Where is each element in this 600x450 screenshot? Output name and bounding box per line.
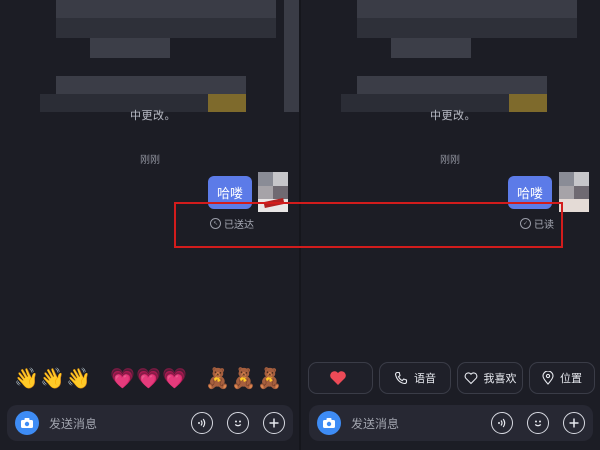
pixelated-message xyxy=(208,94,246,112)
pill-label: 位置 xyxy=(560,372,582,385)
message-input[interactable]: 发送消息 xyxy=(351,415,491,432)
voice-wave-icon xyxy=(198,418,206,428)
plus-icon xyxy=(269,418,279,428)
message-input-bar[interactable]: 发送消息 xyxy=(7,405,293,441)
pixelated-message xyxy=(357,76,547,94)
pixelated-message xyxy=(341,94,511,112)
status-label: 已送达 xyxy=(224,220,254,231)
message-input[interactable]: 发送消息 xyxy=(49,415,191,432)
camera-button[interactable] xyxy=(317,411,341,435)
add-button[interactable] xyxy=(563,412,585,434)
message-timestamp: 刚刚 xyxy=(140,155,160,166)
pill-voice[interactable]: 语音 xyxy=(379,362,451,394)
voice-button[interactable] xyxy=(491,412,513,434)
wave-emoji[interactable]: 👋 xyxy=(14,366,39,390)
pixelated-message xyxy=(357,18,577,38)
sent-status-icon: ↖ xyxy=(210,218,221,229)
wave-emoji[interactable]: 👋 xyxy=(40,366,65,390)
outgoing-message-bubble[interactable]: 哈喽 xyxy=(508,176,552,209)
wave-emoji[interactable]: 👋 xyxy=(66,366,91,390)
heart-outline-icon xyxy=(464,372,477,385)
pixelated-message xyxy=(56,76,246,94)
pill-like[interactable]: 我喜欢 xyxy=(457,362,523,394)
location-pin-icon xyxy=(542,371,554,385)
message-text-fragment: 中更改。 xyxy=(130,109,176,122)
pixelated-message xyxy=(284,0,299,112)
pixelated-message xyxy=(40,94,210,112)
pill-location[interactable]: 位置 xyxy=(529,362,595,394)
camera-button[interactable] xyxy=(15,411,39,435)
pill-label: 语音 xyxy=(414,372,436,385)
emoji-suggestion-hearts[interactable]: 💗 💗 💗 xyxy=(110,366,187,390)
avatar[interactable] xyxy=(258,172,288,212)
message-status: ✓ 已读 xyxy=(520,216,554,231)
outgoing-message-bubble[interactable]: 哈喽 xyxy=(208,176,252,209)
plus-icon xyxy=(569,418,579,428)
pill-heart[interactable] xyxy=(308,362,373,394)
pill-label: 我喜欢 xyxy=(483,372,517,385)
message-timestamp: 刚刚 xyxy=(440,155,460,166)
emoji-button[interactable] xyxy=(227,412,249,434)
heart-emoji[interactable]: 💗 xyxy=(136,366,161,390)
camera-icon xyxy=(323,418,335,428)
message-input-bar[interactable]: 发送消息 xyxy=(309,405,593,441)
add-button[interactable] xyxy=(263,412,285,434)
status-label: 已读 xyxy=(534,220,554,231)
left-chat-panel: 中更改。 刚刚 哈喽 ↖ 已送达 👋 👋 👋 💗 💗 💗 🧸 🧸 🧸 发送消息 xyxy=(0,0,299,450)
right-chat-panel: 中更改。 刚刚 哈喽 ✓ 已读 语音 我喜欢 位置 发送消息 xyxy=(301,0,600,450)
pixelated-message xyxy=(391,38,471,58)
heart-emoji[interactable]: 💗 xyxy=(162,366,187,390)
voice-wave-icon xyxy=(498,418,506,428)
camera-icon xyxy=(21,418,33,428)
heart-icon xyxy=(329,371,346,385)
smiley-icon xyxy=(234,420,242,427)
voice-button[interactable] xyxy=(191,412,213,434)
pixelated-message xyxy=(90,38,170,58)
pixelated-message xyxy=(56,0,276,18)
emoji-suggestion-stickers[interactable]: 🧸 🧸 🧸 xyxy=(205,366,282,390)
heart-emoji[interactable]: 💗 xyxy=(110,366,135,390)
sticker-emoji[interactable]: 🧸 xyxy=(231,366,256,390)
phone-icon xyxy=(394,371,408,385)
pixelated-message xyxy=(509,94,547,112)
sticker-emoji[interactable]: 🧸 xyxy=(257,366,282,390)
pixelated-message xyxy=(56,18,276,38)
smiley-icon xyxy=(534,420,542,427)
message-status: ↖ 已送达 xyxy=(210,216,254,231)
message-text-fragment: 中更改。 xyxy=(430,109,476,122)
pixelated-message xyxy=(357,0,577,18)
sticker-emoji[interactable]: 🧸 xyxy=(205,366,230,390)
avatar[interactable] xyxy=(559,172,589,212)
emoji-suggestion-wave[interactable]: 👋 👋 👋 xyxy=(14,366,91,390)
read-check-icon: ✓ xyxy=(520,218,531,229)
quick-actions: 语音 我喜欢 位置 xyxy=(308,362,595,394)
emoji-button[interactable] xyxy=(527,412,549,434)
